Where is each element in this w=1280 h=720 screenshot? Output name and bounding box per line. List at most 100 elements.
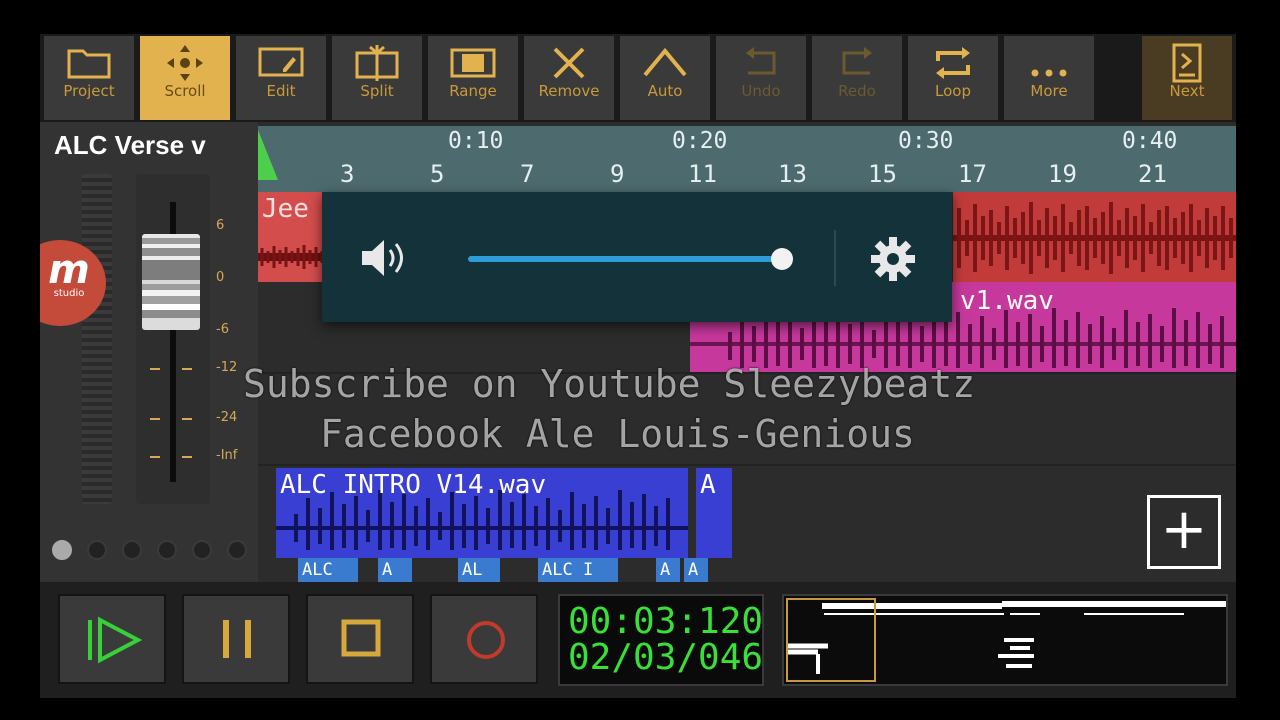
undo-label: Undo — [741, 82, 781, 100]
db-label: -24 — [216, 410, 238, 425]
page-dot[interactable] — [227, 540, 247, 560]
audio-clip[interactable]: Jee — [258, 192, 328, 282]
stop-button[interactable] — [306, 594, 414, 684]
close-icon — [524, 36, 614, 88]
split-icon — [332, 36, 422, 88]
remove-label: Remove — [538, 82, 600, 100]
page-dot[interactable] — [157, 540, 177, 560]
level-meter — [82, 174, 112, 504]
auto-label: Auto — [647, 82, 683, 100]
mini-clip[interactable]: ALC — [298, 558, 358, 582]
remove-button[interactable]: Remove — [524, 36, 616, 120]
mini-clip[interactable]: AL — [458, 558, 500, 582]
audio-clip[interactable]: ALC INTRO V14.wav — [276, 468, 688, 558]
bar-number: 11 — [688, 160, 717, 188]
next-label: Next — [1169, 82, 1205, 100]
edit-label: Edit — [266, 82, 296, 100]
track-name[interactable]: ALC Verse v — [54, 130, 206, 161]
time-marker: 0:10 — [448, 128, 504, 154]
next-button[interactable]: Next — [1142, 36, 1234, 120]
mini-clip-row: ALC A AL ALC I A A — [294, 558, 734, 582]
scale-tick — [150, 456, 160, 458]
mini-clip[interactable]: A — [656, 558, 680, 582]
range-label: Range — [449, 82, 497, 100]
add-track-button[interactable]: + — [1147, 495, 1221, 569]
pause-icon — [223, 620, 251, 658]
time-display: 00:03:120 02/03/046 — [558, 594, 764, 686]
stop-icon — [341, 619, 381, 657]
bar-number: 15 — [868, 160, 897, 188]
page-dot[interactable] — [192, 540, 212, 560]
project-button[interactable]: Project — [44, 36, 136, 120]
bar-number: 19 — [1048, 160, 1077, 188]
db-label: 0 — [216, 270, 225, 285]
mini-clip[interactable]: A — [684, 558, 708, 582]
range-button[interactable]: Range — [428, 36, 520, 120]
next-icon — [1142, 36, 1232, 88]
song-overview[interactable] — [782, 594, 1228, 686]
volume-slider[interactable] — [468, 256, 782, 262]
scale-tick — [182, 456, 192, 458]
scroll-button[interactable]: Scroll — [140, 36, 232, 120]
mini-clip[interactable]: A — [378, 558, 412, 582]
edit-button[interactable]: Edit — [236, 36, 328, 120]
scale-tick — [150, 418, 160, 420]
pause-button[interactable] — [182, 594, 290, 684]
redo-button[interactable]: Redo — [812, 36, 904, 120]
loop-button[interactable]: Loop — [908, 36, 1000, 120]
play-button[interactable] — [58, 594, 166, 684]
range-icon — [428, 36, 518, 88]
gear-icon[interactable] — [870, 236, 916, 282]
volume-slider-thumb[interactable] — [771, 248, 793, 270]
bar-number: 3 — [340, 160, 355, 188]
more-button[interactable]: More — [1004, 36, 1096, 120]
bar-number: 17 — [958, 160, 987, 188]
scroll-icon — [140, 36, 230, 88]
page-dot[interactable] — [52, 540, 72, 560]
speaker-icon[interactable] — [360, 236, 408, 280]
mini-clip[interactable]: ALC I — [538, 558, 618, 582]
play-icon — [88, 616, 143, 664]
audio-clip[interactable]: A — [696, 468, 732, 558]
scale-tick — [150, 368, 160, 370]
split-label: Split — [360, 82, 394, 100]
waveform — [258, 245, 328, 269]
waveform — [953, 202, 1236, 274]
undo-button[interactable]: Undo — [716, 36, 808, 120]
scroll-label: Scroll — [164, 82, 206, 100]
more-label: More — [1030, 82, 1068, 100]
split-button[interactable]: Split — [332, 36, 424, 120]
loop-icon — [908, 36, 998, 88]
redo-label: Redo — [838, 82, 876, 100]
auto-button[interactable]: Auto — [620, 36, 712, 120]
project-label: Project — [63, 82, 115, 100]
track-separator — [258, 464, 1236, 466]
overview-viewport[interactable] — [786, 598, 876, 682]
time-marker: 0:20 — [672, 128, 728, 154]
db-label: -Inf — [216, 448, 238, 463]
page-dot[interactable] — [122, 540, 142, 560]
redo-icon — [812, 36, 902, 88]
transport-bar: 00:03:120 02/03/046 — [40, 582, 1236, 698]
volume-fader-knob[interactable] — [142, 234, 200, 330]
scale-tick — [182, 368, 192, 370]
automation-icon — [620, 36, 710, 88]
bar-number: 9 — [610, 160, 625, 188]
playhead-marker[interactable] — [258, 130, 278, 180]
clip-name: ALC INTRO V14.wav — [280, 470, 547, 500]
time-marker: 0:40 — [1122, 128, 1178, 154]
timeline-ruler[interactable]: 0:10 0:20 0:30 0:40 3 5 7 9 11 13 15 17 … — [258, 126, 1236, 192]
db-label: -12 — [216, 360, 238, 375]
audio-clip[interactable] — [953, 192, 1236, 282]
clip-name: v1.wav — [960, 286, 1054, 316]
loop-label: Loop — [935, 82, 971, 100]
page-dot[interactable] — [87, 540, 107, 560]
bar-number: 7 — [520, 160, 535, 188]
clip-name: A — [700, 470, 716, 500]
divider — [834, 230, 836, 286]
toolbar: Project Scroll Edit Split Range Remove A… — [40, 34, 1236, 122]
scale-tick — [182, 418, 192, 420]
clip-name: Jee — [262, 194, 309, 224]
watermark-text: Subscribe on Youtube Sleezybeatz — [243, 362, 976, 406]
record-button[interactable] — [430, 594, 538, 684]
